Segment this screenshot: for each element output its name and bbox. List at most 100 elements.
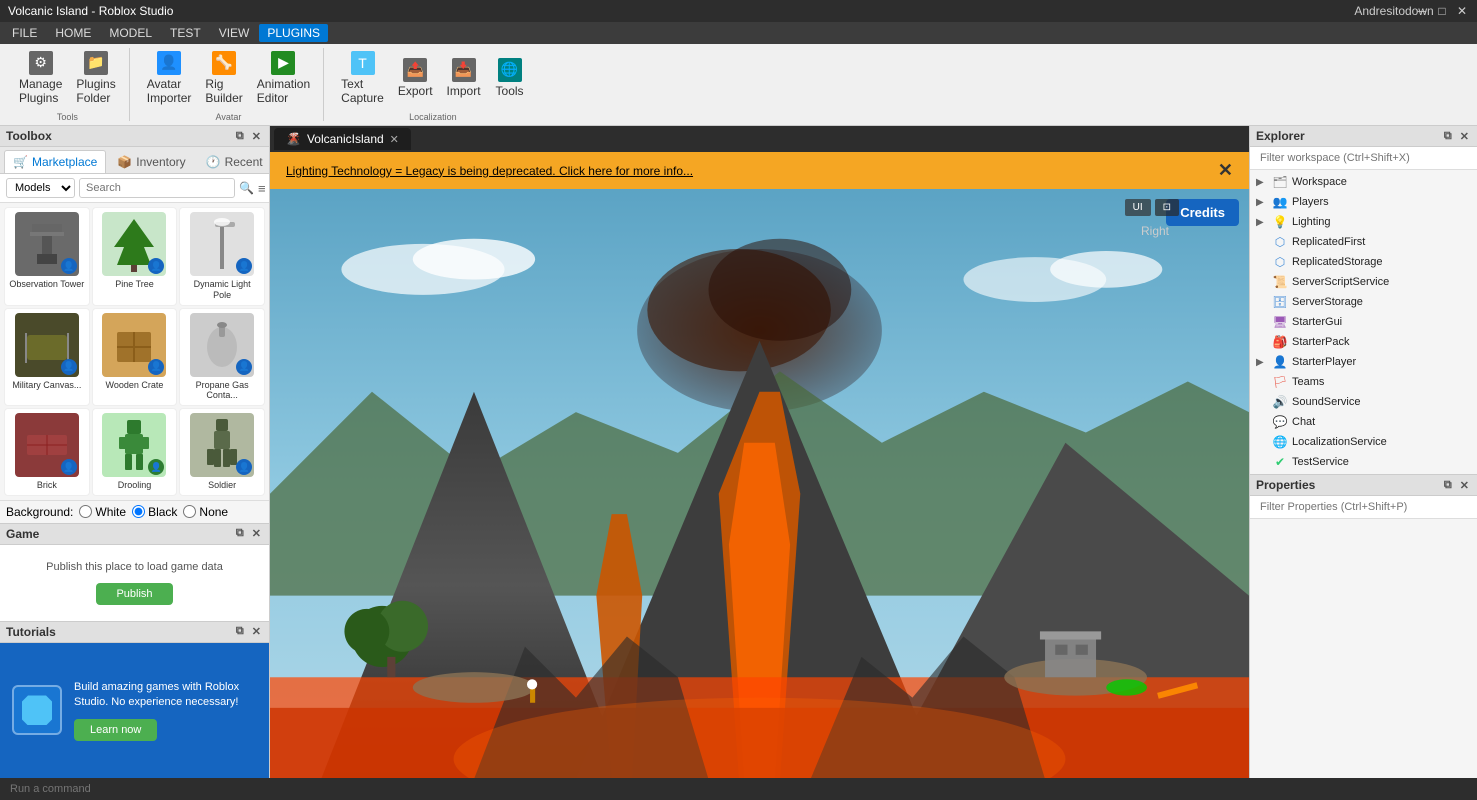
tree-item-sound-service[interactable]: 🔊 SoundService bbox=[1250, 392, 1477, 412]
banner-close-button[interactable]: ✕ bbox=[1218, 160, 1233, 181]
toolbar-group-localization: T TextCapture 📤 Export 📥 Import 🌐 Tools … bbox=[328, 48, 537, 121]
learn-now-button[interactable]: Learn now bbox=[74, 719, 157, 741]
list-item[interactable]: 👤 Dynamic Light Pole bbox=[179, 207, 265, 306]
tree-label: LocalizationService bbox=[1292, 436, 1387, 448]
bg-none-option[interactable]: None bbox=[183, 505, 228, 519]
fullscreen-button[interactable]: ⊡ bbox=[1155, 199, 1179, 216]
explorer-popout-button[interactable]: ⧉ bbox=[1442, 130, 1454, 143]
export-button[interactable]: 📤 Export bbox=[393, 55, 438, 101]
manage-plugins-icon: ⚙ bbox=[29, 51, 53, 75]
search-icon[interactable]: 🔍 bbox=[239, 181, 254, 195]
animation-editor-button[interactable]: ▶ AnimationEditor bbox=[252, 48, 315, 108]
bg-black-radio[interactable] bbox=[132, 505, 145, 518]
menu-model[interactable]: MODEL bbox=[101, 24, 160, 42]
properties-title: Properties bbox=[1256, 478, 1315, 492]
avatar-importer-button[interactable]: 👤 AvatarImporter bbox=[142, 48, 197, 108]
manage-plugins-button[interactable]: ⚙ ManagePlugins bbox=[14, 48, 67, 108]
properties-popout-button[interactable]: ⧉ bbox=[1442, 479, 1454, 492]
list-item[interactable]: 👤 Pine Tree bbox=[92, 207, 178, 306]
tools-button[interactable]: 🌐 Tools bbox=[490, 55, 530, 101]
explorer-close-button[interactable]: ✕ bbox=[1458, 130, 1471, 143]
game-content: Publish this place to load game data Pub… bbox=[0, 545, 269, 621]
main-layout: Toolbox ⧉ ✕ 🛒 Marketplace 📦 Inventory 🕐 bbox=[0, 126, 1477, 778]
tree-item-chat[interactable]: 💬 Chat bbox=[1250, 412, 1477, 432]
tab-close-button[interactable]: ✕ bbox=[390, 133, 399, 146]
warning-link[interactable]: Lighting Technology = Legacy is being de… bbox=[286, 164, 693, 178]
bg-black-label: Black bbox=[148, 505, 177, 519]
tree-item-localization-service[interactable]: 🌐 LocalizationService bbox=[1250, 432, 1477, 452]
search-bar: Models Decals Audio Meshes 🔍 ≡ bbox=[0, 174, 269, 203]
list-item[interactable]: 👤 Wooden Crate bbox=[92, 308, 178, 407]
tree-item-server-script-service[interactable]: 📜 ServerScriptService bbox=[1250, 272, 1477, 292]
search-input[interactable] bbox=[79, 178, 235, 198]
viewport-tab-volcanic-island[interactable]: 🌋 VolcanicIsland ✕ bbox=[274, 128, 411, 150]
tab-inventory[interactable]: 📦 Inventory bbox=[108, 150, 194, 173]
game-close-button[interactable]: ✕ bbox=[250, 527, 263, 540]
export-icon: 📤 bbox=[403, 58, 427, 82]
viewport[interactable]: Credits UI ⊡ Right bbox=[270, 189, 1249, 778]
tab-recent[interactable]: 🕐 Recent bbox=[197, 150, 270, 173]
menu-home[interactable]: HOME bbox=[47, 24, 99, 42]
minimize-button[interactable]: ─ bbox=[1415, 4, 1429, 18]
service-icon: ⬡ bbox=[1272, 234, 1288, 250]
expand-arrow: ▶ bbox=[1256, 217, 1268, 228]
tree-item-players[interactable]: ▶ 👥 Players bbox=[1250, 192, 1477, 212]
tools-label: Tools bbox=[496, 84, 524, 98]
tree-item-lighting[interactable]: ▶ 💡 Lighting bbox=[1250, 212, 1477, 232]
inventory-tab-label: Inventory bbox=[136, 155, 185, 169]
tree-item-workspace[interactable]: ▶ 🗂 Workspace bbox=[1250, 172, 1477, 192]
toolbox-close-button[interactable]: ✕ bbox=[250, 130, 263, 143]
list-item[interactable]: 👤 Brick bbox=[4, 408, 90, 496]
properties-close-button[interactable]: ✕ bbox=[1458, 479, 1471, 492]
bg-white-label: White bbox=[95, 505, 126, 519]
publish-button[interactable]: Publish bbox=[96, 583, 172, 605]
menu-view[interactable]: VIEW bbox=[211, 24, 258, 42]
bg-none-radio[interactable] bbox=[183, 505, 196, 518]
game-popout-button[interactable]: ⧉ bbox=[234, 527, 246, 540]
toolbar-group-tools: ⚙ ManagePlugins 📁 PluginsFolder Tools bbox=[6, 48, 130, 121]
explorer-title: Explorer bbox=[1256, 129, 1305, 143]
tutorials-popout-button[interactable]: ⧉ bbox=[234, 625, 246, 638]
list-item[interactable]: 👤 Soldier bbox=[179, 408, 265, 496]
list-item[interactable]: 👤 Observation Tower bbox=[4, 207, 90, 306]
tree-item-server-storage[interactable]: 🗄 ServerStorage bbox=[1250, 292, 1477, 312]
bg-white-radio[interactable] bbox=[79, 505, 92, 518]
tree-label: TestService bbox=[1292, 456, 1349, 468]
tree-item-test-service[interactable]: ✔ TestService bbox=[1250, 452, 1477, 472]
tree-item-replicated-storage[interactable]: ⬡ ReplicatedStorage bbox=[1250, 252, 1477, 272]
explorer-search-input[interactable] bbox=[1256, 150, 1471, 166]
menu-test[interactable]: TEST bbox=[162, 24, 209, 42]
import-button[interactable]: 📥 Import bbox=[442, 55, 486, 101]
user-label: Andresitodown bbox=[1387, 4, 1401, 18]
plugins-folder-button[interactable]: 📁 PluginsFolder bbox=[71, 48, 120, 108]
explorer-tree: ▶ 🗂 Workspace ▶ 👥 Players ▶ 💡 Lighting bbox=[1250, 170, 1477, 474]
menu-plugins[interactable]: PLUGINS bbox=[259, 24, 328, 42]
filter-icon[interactable]: ≡ bbox=[258, 181, 266, 196]
close-button[interactable]: ✕ bbox=[1455, 4, 1469, 18]
text-capture-button[interactable]: T TextCapture bbox=[336, 48, 389, 108]
maximize-button[interactable]: □ bbox=[1435, 4, 1449, 18]
localization-group-label: Localization bbox=[409, 112, 457, 122]
bg-white-option[interactable]: White bbox=[79, 505, 126, 519]
ui-toggle-button[interactable]: UI bbox=[1125, 199, 1151, 216]
tree-item-replicated-first[interactable]: ⬡ ReplicatedFirst bbox=[1250, 232, 1477, 252]
tree-item-starter-player[interactable]: ▶ 👤 StarterPlayer bbox=[1250, 352, 1477, 372]
properties-search-input[interactable] bbox=[1256, 499, 1471, 515]
tab-marketplace[interactable]: 🛒 Marketplace bbox=[4, 150, 106, 173]
list-item[interactable]: 👤 Propane Gas Conta... bbox=[179, 308, 265, 407]
menu-file[interactable]: FILE bbox=[4, 24, 45, 42]
rig-builder-button[interactable]: 🦴 RigBuilder bbox=[200, 48, 247, 108]
tree-label: Players bbox=[1292, 196, 1329, 208]
tree-item-teams[interactable]: 🏳 Teams bbox=[1250, 372, 1477, 392]
tree-label: StarterPack bbox=[1292, 336, 1349, 348]
list-item[interactable]: 👤 Military Canvas... bbox=[4, 308, 90, 407]
command-input[interactable] bbox=[10, 783, 310, 795]
tree-item-starter-pack[interactable]: 🎒 StarterPack bbox=[1250, 332, 1477, 352]
toolbox-popout-button[interactable]: ⧉ bbox=[234, 130, 246, 143]
category-select[interactable]: Models Decals Audio Meshes bbox=[6, 178, 75, 198]
tree-item-starter-gui[interactable]: 🖥 StarterGui bbox=[1250, 312, 1477, 332]
sound-icon: 🔊 bbox=[1272, 394, 1288, 410]
bg-black-option[interactable]: Black bbox=[132, 505, 177, 519]
tutorials-close-button[interactable]: ✕ bbox=[250, 625, 263, 638]
list-item[interactable]: 👤 Drooling bbox=[92, 408, 178, 496]
